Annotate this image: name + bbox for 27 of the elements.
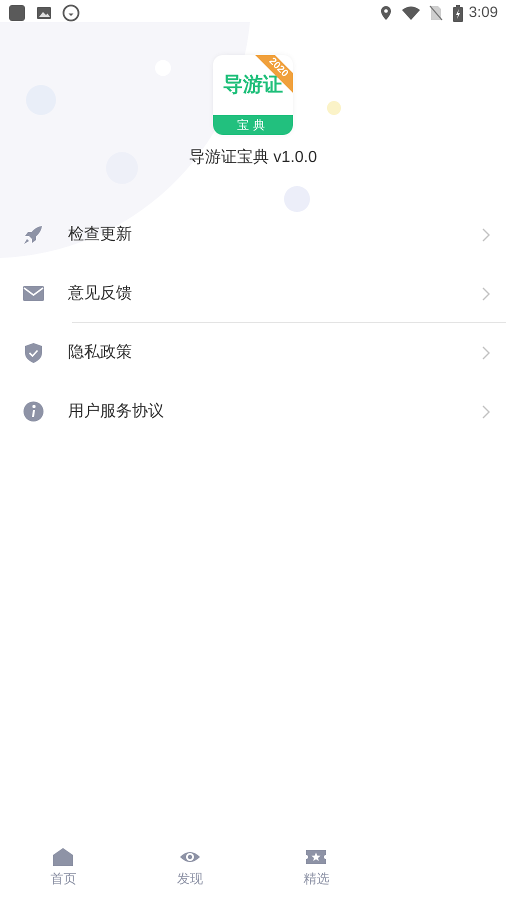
image-icon (36, 5, 52, 21)
wifi-icon (400, 5, 421, 21)
menu-label: 检查更新 (68, 224, 133, 244)
menu-label: 隐私政策 (68, 342, 133, 362)
menu-label: 意见反馈 (68, 284, 133, 304)
mail-icon (23, 283, 44, 304)
chevron-right-icon (482, 404, 490, 418)
location-icon (378, 5, 393, 21)
chevron-right-icon (482, 346, 490, 360)
app-name: 导游证宝典 v1.0.0 (188, 148, 318, 168)
download-icon (62, 4, 80, 22)
shield-icon (23, 342, 44, 363)
menu-label: 用户服务协议 (68, 402, 165, 422)
chevron-right-icon (482, 286, 490, 300)
no-sim-icon (428, 5, 443, 21)
battery-icon (452, 4, 463, 22)
menu-item[interactable]: 意见反馈 (0, 264, 506, 323)
chevron-right-icon (482, 228, 490, 242)
rocket-icon (23, 224, 44, 245)
clock: 3:09 (468, 2, 498, 23)
menu-item[interactable]: 用户服务协议 (0, 382, 506, 441)
app-icon (8, 4, 26, 22)
home-icon (52, 847, 74, 868)
menu-item[interactable]: 隐私政策 (0, 323, 506, 382)
info-icon (23, 401, 44, 422)
menu-item[interactable]: 检查更新 (0, 205, 506, 264)
logo-subtitle: 宝典 (237, 119, 269, 131)
